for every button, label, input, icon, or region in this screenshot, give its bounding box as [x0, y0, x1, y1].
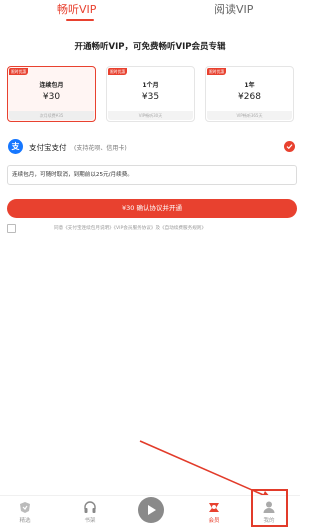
home-icon: [20, 502, 30, 513]
headphones-icon: [84, 501, 96, 513]
play-icon: [148, 505, 156, 515]
vip-icon: [209, 503, 219, 512]
nav-label: 书架: [84, 518, 96, 524]
nav-item-vip[interactable]: 会员: [197, 500, 231, 524]
annotation-highlight-box: [251, 489, 288, 527]
annotation-arrow: [139, 440, 272, 499]
play-button[interactable]: [138, 497, 164, 523]
nav-label: 会员: [208, 518, 220, 524]
nav-item-featured[interactable]: 精选: [8, 500, 42, 524]
nav-item-bookshelf[interactable]: 书架: [73, 500, 107, 524]
nav-label: 精选: [19, 518, 31, 524]
